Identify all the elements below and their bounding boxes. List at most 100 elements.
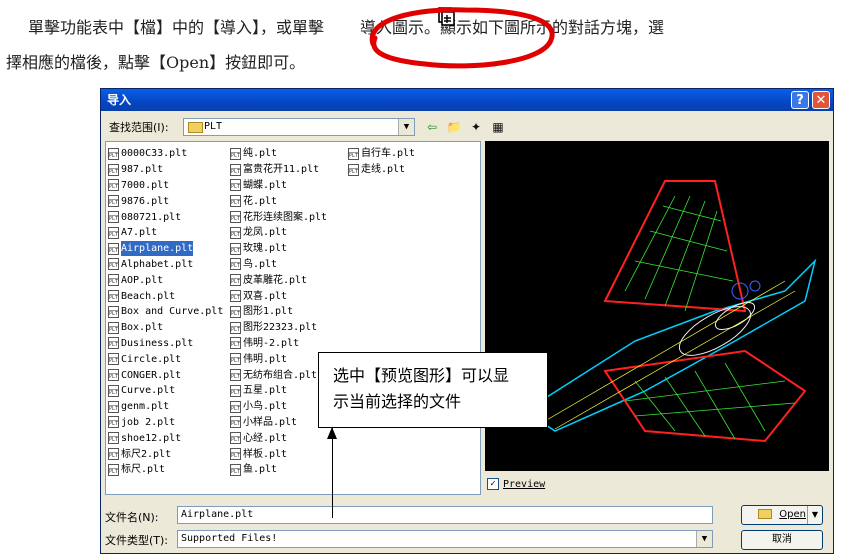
plt-file-icon: PLT — [230, 321, 241, 334]
file-item[interactable]: PLT Dusiness.plt — [108, 336, 223, 352]
filename-input[interactable]: Airplane.plt — [177, 506, 713, 524]
file-item[interactable]: PLT 小鸟.plt — [230, 399, 327, 415]
annotation-arrow-head — [327, 427, 337, 439]
file-name: Alphabet.plt — [121, 258, 194, 270]
plt-file-icon: PLT — [230, 290, 241, 303]
file-item[interactable]: PLT 伟明-2.plt — [230, 336, 327, 352]
back-icon[interactable]: ⇦ — [423, 118, 441, 136]
file-name: Box and Curve.plt — [121, 306, 224, 318]
file-item[interactable]: PLT genm.plt — [108, 399, 223, 415]
help-button[interactable]: ? — [791, 91, 809, 109]
plt-file-icon: PLT — [108, 463, 119, 476]
file-name: 鱼.plt — [243, 464, 278, 476]
plt-file-icon: PLT — [230, 448, 241, 461]
file-item[interactable]: PLT 五星.plt — [230, 383, 327, 399]
file-item[interactable]: PLT 龙凤.plt — [230, 225, 327, 241]
file-name: 皮革雕花.plt — [243, 274, 308, 286]
close-button[interactable]: ✕ — [812, 91, 830, 109]
file-name: genm.plt — [121, 401, 170, 413]
lookin-label: 查找范围(I): — [109, 121, 169, 134]
file-item[interactable]: PLT 小样品.plt — [230, 415, 327, 431]
file-item[interactable]: PLT 标尺2.plt — [108, 446, 223, 462]
plt-file-icon: PLT — [108, 305, 119, 318]
file-list[interactable]: PLT 0000C33.plt PLT 987.plt PLT 7000.plt PLT 98… — [105, 141, 481, 495]
file-item[interactable]: PLT Circle.plt — [108, 351, 223, 367]
file-item[interactable]: PLT 987.plt — [108, 162, 223, 178]
file-item[interactable]: PLT 纯.plt — [230, 146, 327, 162]
file-name: job 2.plt — [121, 416, 176, 428]
file-item[interactable]: PLT 富贵花开11.plt — [230, 162, 327, 178]
dialog-titlebar[interactable]: 导入 ? ✕ — [101, 89, 833, 111]
file-item[interactable]: PLT 无纺布组合.plt — [230, 367, 327, 383]
plt-file-icon: PLT — [108, 416, 119, 429]
plt-file-icon: PLT — [108, 321, 119, 334]
file-name: 样板.plt — [243, 448, 288, 460]
chevron-down-icon[interactable]: ▼ — [807, 506, 822, 524]
plt-file-icon: PLT — [108, 369, 119, 382]
file-item[interactable]: PLT 伟明.plt — [230, 351, 327, 367]
plt-file-icon: PLT — [230, 226, 241, 239]
file-name: Circle.plt — [121, 353, 182, 365]
up-folder-icon[interactable]: 📁 — [445, 118, 463, 136]
plt-file-icon: PLT — [108, 211, 119, 224]
file-item[interactable]: PLT 蝴蝶.plt — [230, 178, 327, 194]
file-item[interactable]: PLT Airplane.plt — [108, 241, 223, 257]
file-name: 987.plt — [121, 164, 164, 176]
file-item[interactable]: PLT Box and Curve.plt — [108, 304, 223, 320]
file-item[interactable]: PLT 0000C33.plt — [108, 146, 223, 162]
new-folder-icon[interactable]: ✦ — [467, 118, 485, 136]
file-item[interactable]: PLT Alphabet.plt — [108, 257, 223, 273]
file-name: 0000C33.plt — [121, 148, 188, 160]
file-name: 小样品.plt — [243, 416, 298, 428]
file-name: shoe12.plt — [121, 432, 182, 444]
view-menu-icon[interactable]: ▦ — [489, 118, 507, 136]
plt-file-icon: PLT — [348, 147, 359, 160]
file-item[interactable]: PLT 9876.plt — [108, 193, 223, 209]
file-item[interactable]: PLT 走线.plt — [348, 162, 415, 178]
filetype-select[interactable]: Supported Files! ▼ — [177, 530, 713, 548]
plt-file-icon: PLT — [230, 384, 241, 397]
file-item[interactable]: PLT shoe12.plt — [108, 430, 223, 446]
file-item[interactable]: PLT 花.plt — [230, 193, 327, 209]
file-item[interactable]: PLT job 2.plt — [108, 415, 223, 431]
plt-file-icon: PLT — [230, 258, 241, 271]
file-item[interactable]: PLT AOP.plt — [108, 272, 223, 288]
file-name: Box.plt — [121, 322, 164, 334]
file-item[interactable]: PLT 花形连续图案.plt — [230, 209, 327, 225]
file-name: 五星.plt — [243, 385, 288, 397]
chevron-down-icon[interactable]: ▼ — [696, 531, 712, 547]
file-name: 伟明.plt — [243, 353, 288, 365]
preview-checkbox[interactable]: ✓ — [487, 478, 499, 490]
file-item[interactable]: PLT 样板.plt — [230, 446, 327, 462]
plt-file-icon: PLT — [230, 163, 241, 176]
file-item[interactable]: PLT Beach.plt — [108, 288, 223, 304]
cancel-button[interactable]: 取消 — [741, 530, 823, 550]
filetype-label: 文件类型(T): — [105, 534, 169, 547]
file-item[interactable]: PLT CONGER.plt — [108, 367, 223, 383]
callout-line-2: 示当前选择的文件 — [333, 392, 462, 411]
file-item[interactable]: PLT 080721.plt — [108, 209, 223, 225]
file-item[interactable]: PLT 标尺.plt — [108, 462, 223, 478]
open-button[interactable]: Open ▼ — [741, 505, 823, 525]
file-item[interactable]: PLT Box.plt — [108, 320, 223, 336]
plt-file-icon: PLT — [108, 147, 119, 160]
open-label: Open — [779, 509, 806, 520]
preview-checkbox-row[interactable]: ✓ Preview — [487, 478, 545, 490]
file-item[interactable]: PLT 鸟.plt — [230, 257, 327, 273]
dialog-title: 导入 — [107, 93, 132, 107]
plt-file-icon: PLT — [108, 448, 119, 461]
file-item[interactable]: PLT A7.plt — [108, 225, 223, 241]
file-item[interactable]: PLT 图形1.plt — [230, 304, 327, 320]
chevron-down-icon[interactable]: ▼ — [398, 119, 414, 135]
file-item[interactable]: PLT 双喜.plt — [230, 288, 327, 304]
file-item[interactable]: PLT 鱼.plt — [230, 462, 327, 478]
file-item[interactable]: PLT 玫瑰.plt — [230, 241, 327, 257]
lookin-combo[interactable]: PLT ▼ — [183, 118, 415, 136]
plt-file-icon: PLT — [230, 305, 241, 318]
file-item[interactable]: PLT 自行车.plt — [348, 146, 415, 162]
file-item[interactable]: PLT 心经.plt — [230, 430, 327, 446]
file-item[interactable]: PLT Curve.plt — [108, 383, 223, 399]
file-item[interactable]: PLT 皮革雕花.plt — [230, 272, 327, 288]
file-item[interactable]: PLT 图形22323.plt — [230, 320, 327, 336]
file-item[interactable]: PLT 7000.plt — [108, 178, 223, 194]
